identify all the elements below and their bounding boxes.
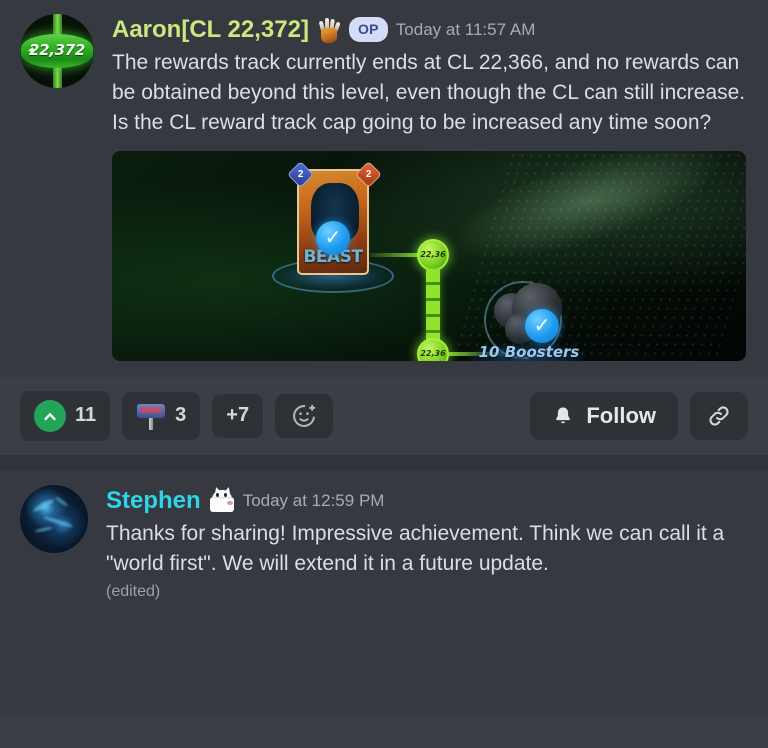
rewards-track-screenshot[interactable]: BEAST 2 2 ✓ 22,36 22,36 ✓ 10 Boosters [112,150,746,361]
aaron-avatar[interactable]: ✦ 22,372 [20,14,94,88]
upvote-reaction[interactable]: 11 [20,390,111,441]
copy-link-button[interactable] [690,391,748,440]
link-icon [709,406,729,426]
username-aaron[interactable]: Aaron[CL 22,372] [112,16,309,44]
raised-claw-emoji [317,17,341,43]
avatar-cl-value: 22,372 [28,40,86,59]
booster-reward-label: 10 Boosters [478,342,580,361]
avatar-bar-top [52,14,63,37]
timestamp-aaron: Today at 11:57 AM [395,19,536,39]
message-text-stephen: Thanks for sharing! Impressive achieveme… [106,521,725,575]
reward-node-bottom: 22,36 [417,337,449,361]
card-claimed-check-icon: ✓ [316,220,350,255]
add-reaction-button[interactable] [275,393,334,438]
reward-track-segment [426,268,440,341]
stephen-avatar[interactable] [20,484,88,553]
add-reaction-icon [293,404,316,427]
white-creature-emoji [209,485,235,513]
creature-blush [226,500,233,505]
reaction-list: 11 BAN 3 +7 [20,390,334,441]
aaron-message-content: Aaron[CL 22,372] OP Today at 11:57 AM Th… [112,14,748,361]
card-cost-value: 2 [297,168,304,180]
stephen-message-content: Stephen Today at 12:59 PM Thanks for sha… [106,485,748,601]
upvote-count: 11 [75,404,97,427]
claw-palm [320,27,337,43]
stephen-message-header: Stephen Today at 12:59 PM [106,485,748,515]
upvote-arrow-icon [34,399,66,432]
bell-icon [556,407,571,424]
ban-hammer-emoji: BAN [136,401,166,431]
ban-hammer-reaction[interactable]: BAN 3 [122,391,201,440]
hammer-handle [149,417,154,430]
op-badge: OP [348,17,388,43]
ban-emoji-text: BAN [141,405,162,416]
reaction-bar: 11 BAN 3 +7 Follow [0,376,768,455]
follow-label: Follow [586,402,656,428]
follow-button[interactable]: Follow [530,391,678,440]
aaron-message-header: Aaron[CL 22,372] OP Today at 11:57 AM [112,16,748,44]
username-stephen[interactable]: Stephen [106,487,201,515]
message-divider [0,454,768,471]
more-reactions[interactable]: +7 [212,393,264,438]
message-aaron: ✦ 22,372 Aaron[CL 22,372] OP Today at 11… [0,0,768,367]
avatar-highlight [32,497,56,513]
ban-count: 3 [175,404,187,427]
avatar-highlight [34,525,53,533]
timestamp-stephen: Today at 12:59 PM [242,490,385,510]
track-connector [370,252,420,257]
edited-marker: (edited) [106,583,161,601]
bottom-strip [0,716,768,748]
discord-message-thread: ✦ 22,372 Aaron[CL 22,372] OP Today at 11… [0,0,768,748]
card-power-value: 2 [365,168,372,180]
message-stephen: Stephen Today at 12:59 PM Thanks for sha… [0,470,768,608]
avatar-bar-bottom [52,65,63,88]
avatar-highlight [54,495,69,508]
reward-node-top: 22,36 [417,238,449,271]
message-text-aaron: The rewards track currently ends at CL 2… [112,50,746,135]
booster-claimed-check-icon: ✓ [525,308,559,343]
more-reactions-label: +7 [226,404,250,427]
